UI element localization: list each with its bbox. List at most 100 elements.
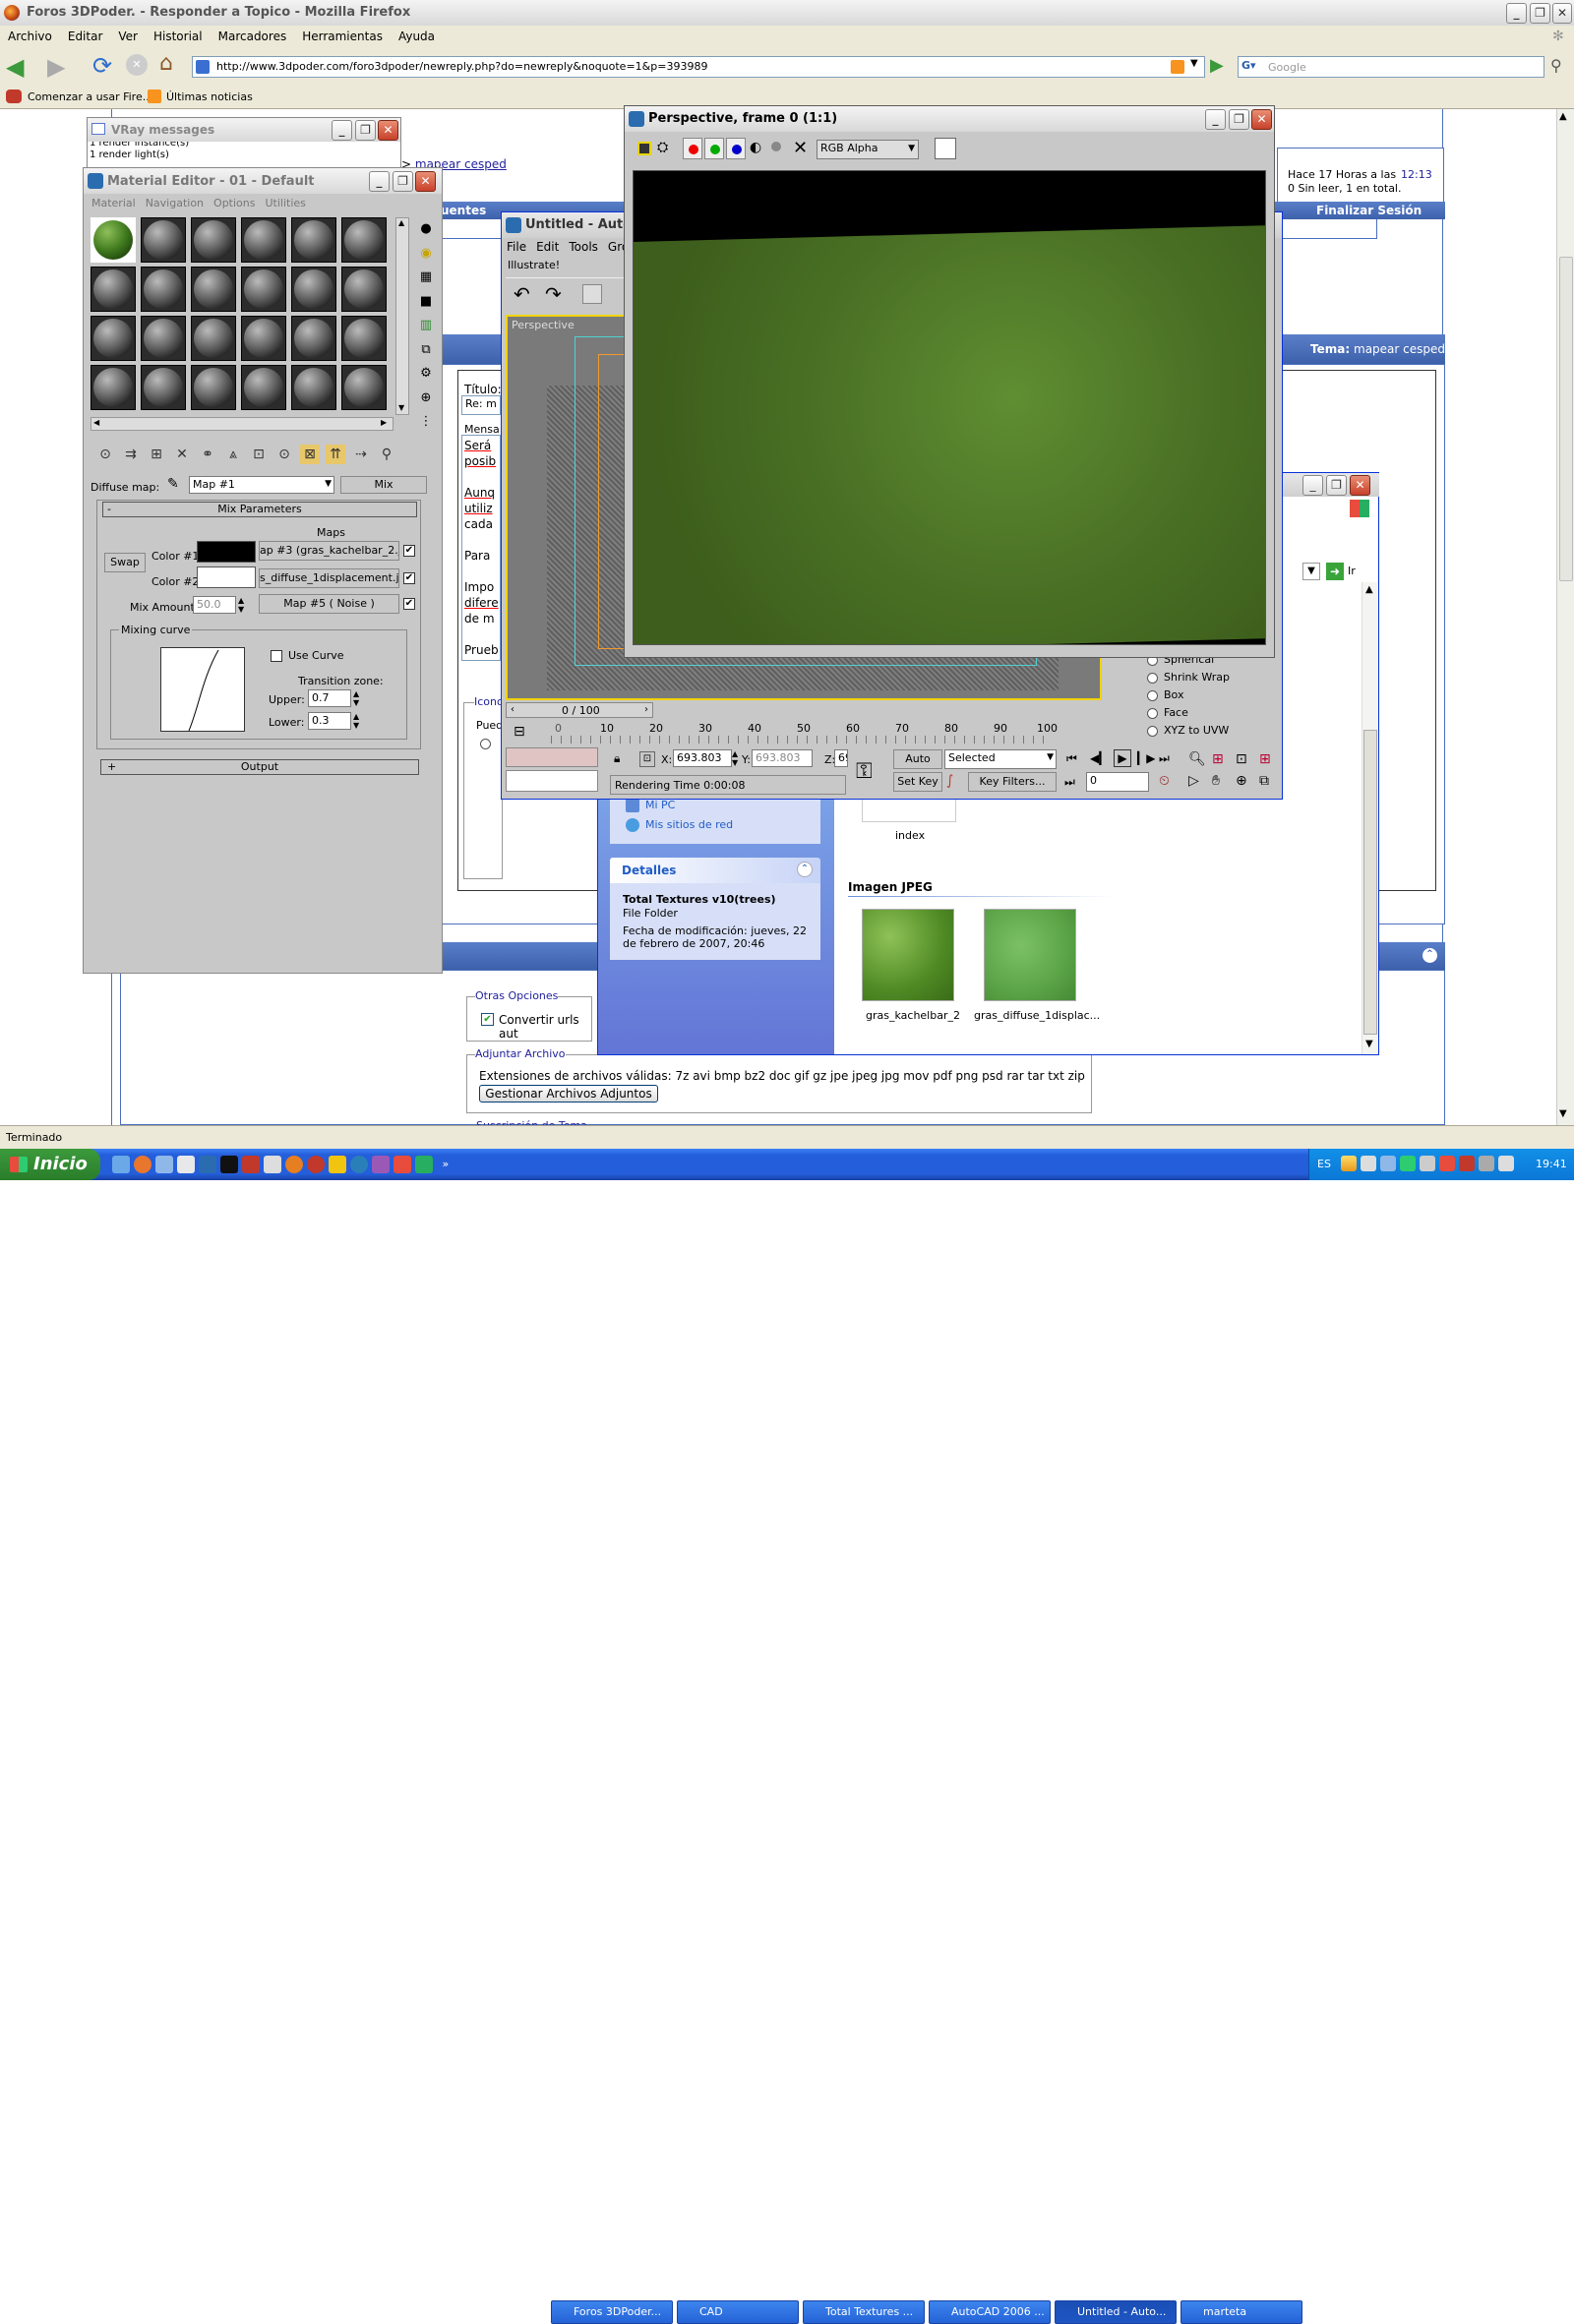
y-coordinate-field[interactable]: 693.803 bbox=[752, 749, 813, 767]
key-icon[interactable]: ⚿ bbox=[856, 759, 873, 784]
search-icon[interactable]: ⚲ bbox=[1550, 56, 1562, 75]
slots-scroll-down-icon[interactable]: ▼ bbox=[398, 403, 404, 412]
get-material-icon[interactable]: ⊙ bbox=[95, 445, 115, 464]
details-collapse-icon[interactable]: ⌃ bbox=[797, 862, 813, 877]
mix-map-button[interactable]: Map #5 ( Noise ) bbox=[259, 594, 399, 614]
time-config-icon[interactable]: ⏲ bbox=[1159, 773, 1170, 789]
forward-icon[interactable]: ▶ bbox=[47, 53, 65, 81]
index-label[interactable]: index bbox=[895, 829, 925, 842]
maximize-button[interactable]: ❐ bbox=[1530, 3, 1550, 24]
red-channel-icon[interactable] bbox=[683, 138, 702, 159]
explorer-scroll-thumb[interactable] bbox=[1363, 730, 1377, 1035]
goto-start-icon[interactable]: ⏮ bbox=[1066, 751, 1077, 766]
put-to-library-icon[interactable]: ⩓ bbox=[223, 445, 243, 464]
set-key-button[interactable]: Set Key bbox=[893, 772, 942, 792]
uvw-option[interactable]: Shrink Wrap bbox=[1147, 671, 1230, 684]
sample-slot[interactable] bbox=[141, 365, 186, 410]
maxscript-listener[interactable] bbox=[506, 747, 598, 767]
taskbar-button[interactable]: Foros 3DPoder... bbox=[551, 2300, 673, 2324]
explorer-minimize-button[interactable]: _ bbox=[1302, 475, 1323, 496]
scroll-thumb[interactable] bbox=[1559, 257, 1573, 581]
me-maximize-button[interactable]: ❐ bbox=[393, 171, 413, 192]
save-image-icon[interactable] bbox=[637, 142, 651, 155]
absolute-mode-icon[interactable]: ⊡ bbox=[639, 751, 655, 767]
back-icon[interactable]: ◀ bbox=[6, 53, 24, 81]
titulo-input[interactable]: Re: m bbox=[461, 395, 501, 415]
select-link-icon[interactable] bbox=[582, 284, 602, 304]
me-menu-navigation[interactable]: Navigation bbox=[141, 196, 209, 211]
language-indicator[interactable]: ES bbox=[1317, 1158, 1331, 1170]
quicklaunch-app-icon[interactable] bbox=[264, 1156, 281, 1173]
mini-listener-icon[interactable]: ⊟ bbox=[514, 724, 525, 740]
sample-slot[interactable] bbox=[191, 267, 236, 312]
sample-slot[interactable] bbox=[241, 217, 286, 263]
menu-ayuda[interactable]: Ayuda bbox=[391, 26, 443, 47]
clear-icon[interactable]: ✕ bbox=[793, 138, 808, 158]
make-preview-icon[interactable]: ⧉ bbox=[413, 338, 439, 363]
zoom-icon[interactable]: 🔍︎ bbox=[1188, 751, 1206, 767]
clone-icon[interactable]: ⛭ bbox=[657, 140, 668, 155]
scroll-down-icon[interactable]: ▼ bbox=[1559, 1108, 1567, 1119]
me-minimize-button[interactable]: _ bbox=[369, 171, 390, 192]
upper-spinner-icon[interactable]: ▲ ▼ bbox=[353, 689, 359, 707]
place-network[interactable]: Mis sitios de red bbox=[645, 818, 733, 831]
output-rollout-header[interactable]: + Output bbox=[100, 759, 419, 775]
explorer-close-button[interactable]: ✕ bbox=[1350, 475, 1370, 496]
quicklaunch-app-icon[interactable] bbox=[372, 1156, 390, 1173]
sample-slot[interactable] bbox=[141, 267, 186, 312]
sample-slot[interactable] bbox=[191, 316, 236, 361]
go-to-parent-icon[interactable]: ⇈ bbox=[326, 445, 345, 464]
address-dropdown-icon[interactable]: ▼ bbox=[1302, 563, 1320, 580]
quicklaunch-app-icon[interactable] bbox=[285, 1156, 303, 1173]
zoom-all-icon[interactable]: ⊞ bbox=[1212, 751, 1224, 767]
timeline-right-icon[interactable]: › bbox=[644, 704, 648, 715]
prev-frame-icon[interactable]: ◀▎ bbox=[1090, 751, 1108, 765]
explorer-scroll-up-icon[interactable]: ▲ bbox=[1365, 584, 1373, 595]
file-thumbnail[interactable] bbox=[984, 909, 1076, 1001]
dropdown-arrow-icon[interactable]: ▼ bbox=[1047, 752, 1054, 762]
mix-amount-field[interactable]: 50.0 bbox=[193, 596, 236, 614]
use-curve-checkbox[interactable] bbox=[271, 650, 282, 662]
menu-historial[interactable]: Historial bbox=[146, 26, 211, 47]
sample-slot[interactable] bbox=[341, 267, 387, 312]
lower-spinner-icon[interactable]: ▲ ▼ bbox=[353, 712, 359, 730]
key-filters-button[interactable]: Key Filters... bbox=[968, 772, 1057, 792]
go-forward-sibling-icon[interactable]: ⇢ bbox=[351, 445, 371, 464]
timeline-left-icon[interactable]: ‹ bbox=[511, 704, 515, 715]
sample-slot[interactable] bbox=[141, 316, 186, 361]
color1-swatch[interactable] bbox=[197, 541, 256, 563]
go-icon[interactable]: ▶ bbox=[1210, 55, 1224, 76]
uvw-option[interactable]: Face bbox=[1147, 706, 1188, 719]
max-menu-edit[interactable]: Edit bbox=[531, 238, 564, 256]
upper-field[interactable]: 0.7 bbox=[308, 689, 351, 707]
slots-scroll-up-icon[interactable]: ▲ bbox=[398, 218, 404, 227]
start-button[interactable]: Inicio bbox=[0, 1149, 100, 1180]
orbit-icon[interactable]: ⊕ bbox=[1236, 773, 1247, 789]
explorer-maximize-button[interactable]: ❐ bbox=[1326, 475, 1347, 496]
quicklaunch-app-icon[interactable] bbox=[415, 1156, 433, 1173]
frame-field[interactable]: 0 bbox=[1086, 772, 1149, 792]
sample-slot[interactable] bbox=[341, 217, 387, 263]
key-mode-icon[interactable]: ⏭ bbox=[1064, 775, 1075, 790]
taskbar-button[interactable]: AutoCAD 2006 ... bbox=[929, 2300, 1051, 2324]
sample-slot[interactable] bbox=[191, 365, 236, 410]
taskbar-button[interactable]: Total Textures ... bbox=[803, 2300, 925, 2324]
material-effects-icon[interactable]: ⊡ bbox=[249, 445, 269, 464]
stop-icon[interactable]: ✕ bbox=[126, 54, 148, 76]
quicklaunch-app-icon[interactable] bbox=[394, 1156, 411, 1173]
sample-slot[interactable] bbox=[291, 217, 336, 263]
bookmark-getting-started[interactable]: Comenzar a usar Fire... bbox=[28, 90, 152, 103]
select-by-material-icon[interactable]: ⊕ bbox=[413, 387, 439, 411]
max-menu-tools[interactable]: Tools bbox=[564, 238, 603, 256]
file-label[interactable]: gras_diffuse_1displac... bbox=[974, 1009, 1100, 1022]
background-icon[interactable]: ▦ bbox=[413, 266, 439, 290]
quicklaunch-opera-icon[interactable] bbox=[307, 1156, 325, 1173]
curve-icon[interactable]: ∫ bbox=[946, 773, 953, 789]
sample-slot[interactable] bbox=[341, 316, 387, 361]
x-coordinate-field[interactable]: 693.803 bbox=[673, 749, 732, 767]
me-menu-material[interactable]: Material bbox=[87, 196, 141, 211]
go-label[interactable]: Ir bbox=[1348, 565, 1356, 577]
auto-key-button[interactable]: Auto Key bbox=[893, 749, 942, 783]
color1-map-button[interactable]: ap #3 (gras_kachelbar_2.jpg) bbox=[259, 541, 399, 561]
vray-maximize-button[interactable]: ❐ bbox=[355, 120, 376, 141]
